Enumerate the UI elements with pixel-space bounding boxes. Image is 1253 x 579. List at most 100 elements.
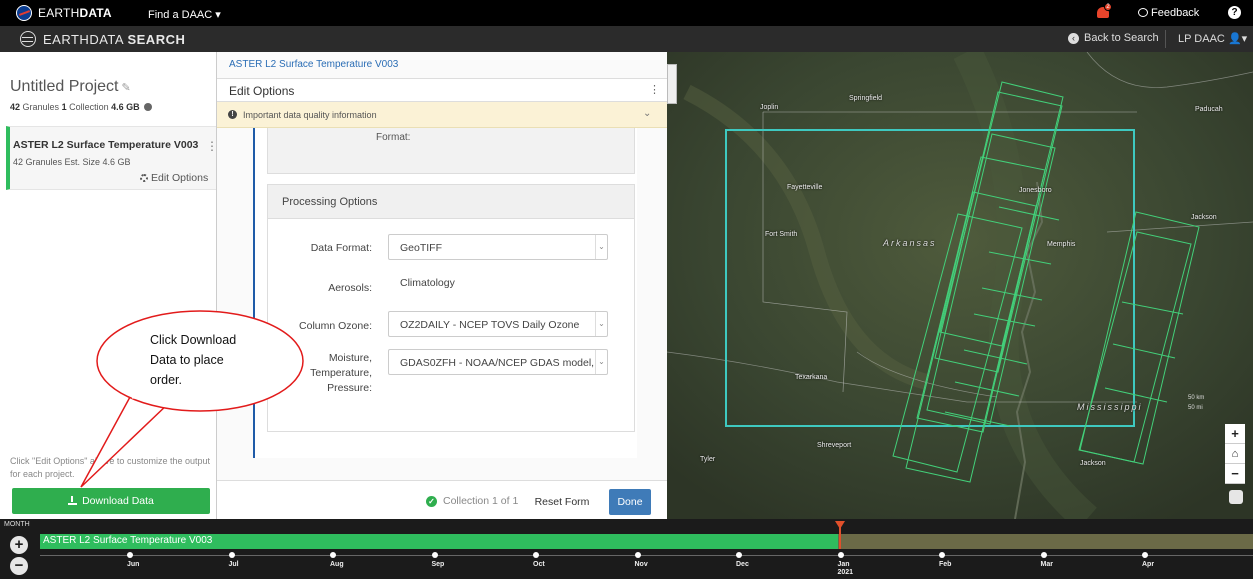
edit-pencil-icon[interactable]: ✎: [122, 82, 131, 94]
collection-name[interactable]: ASTER L2 Surface Temperature V003: [13, 139, 198, 151]
earthdata-brand[interactable]: EARTHDATA: [38, 6, 112, 20]
layers-icon[interactable]: [1229, 490, 1243, 504]
panel-more-icon[interactable]: ⋮: [649, 83, 660, 96]
notifications-bell-icon[interactable]: 2: [1096, 3, 1112, 20]
format-section: Format:: [267, 128, 635, 174]
edit-options-panel: ASTER L2 Surface Temperature V003 Edit O…: [217, 52, 667, 519]
processing-options-header: Processing Options: [268, 185, 634, 219]
chevron-down-icon: ▾: [215, 9, 221, 21]
check-circle-icon: ✓: [426, 496, 437, 507]
city-label-shreveport: Shreveport: [817, 442, 852, 449]
project-sidebar: Untitled Project ✎ 42 Granules 1 Collecti…: [0, 52, 218, 519]
select-caret-icon: ⌄: [595, 235, 607, 259]
state-label-arkansas: Arkansas: [883, 238, 937, 248]
project-collection-item[interactable]: ASTER L2 Surface Temperature V003 ⋮ 42 G…: [6, 126, 218, 190]
gear-icon: [140, 174, 148, 182]
moisture-temperature-pressure-select[interactable]: GDAS0ZFH - NOAA/NCEP GDAS model, 6h ⌄: [388, 349, 608, 375]
project-summary: 42 Granules 1 Collection 4.6 GB: [10, 102, 153, 112]
data-format-label: Data Format:: [310, 242, 372, 254]
find-a-daac-menu[interactable]: Find a DAAC ▾: [148, 8, 221, 21]
timeline-month-tick[interactable]: [330, 552, 336, 558]
data-format-select[interactable]: GeoTIFF ⌄: [388, 234, 608, 260]
timeline-month-tick[interactable]: [1040, 552, 1047, 558]
timeline-month-label: Mar: [1040, 561, 1053, 568]
map-canvas[interactable]: [667, 52, 1253, 519]
find-a-daac-label: Find a DAAC: [148, 9, 213, 21]
panel-breadcrumb[interactable]: ASTER L2 Surface Temperature V003: [229, 59, 398, 70]
feedback-label: Feedback: [1151, 7, 1200, 19]
user-icon: 👤▾: [1227, 33, 1248, 45]
city-label-fort-smith: Fort Smith: [765, 231, 798, 238]
processing-options-title: Processing Options: [282, 196, 378, 208]
timeline-month-tick[interactable]: [533, 552, 539, 558]
data-quality-banner[interactable]: ! Important data quality information ⌄: [217, 102, 667, 128]
timeline-month-label: Apr: [1142, 561, 1155, 568]
user-menu[interactable]: LP DAAC 👤▾: [1178, 32, 1247, 45]
moisture-label: Moisture, Temperature, Pressure:: [270, 351, 372, 396]
timeline-axis: [40, 555, 1253, 556]
reset-form-button[interactable]: Reset Form: [531, 489, 593, 515]
column-ozone-select[interactable]: OZ2DAILY - NCEP TOVS Daily Ozone ⌄: [388, 311, 608, 337]
info-icon[interactable]: [144, 103, 153, 111]
timeline-month-label: Jun: [127, 561, 140, 568]
city-label-springfield: Springfield: [849, 95, 883, 102]
project-size: 4.6 GB: [111, 102, 140, 112]
city-label-jackson-tn: Jackson: [1191, 214, 1217, 221]
download-data-button[interactable]: Download Data: [12, 488, 210, 514]
column-ozone-label: Column Ozone:: [299, 320, 372, 332]
collection-count: 1: [61, 102, 67, 112]
chevron-down-icon[interactable]: ⌄: [643, 108, 651, 119]
timeline-month-tick[interactable]: [634, 552, 641, 558]
panel-header: Edit Options ⋮: [217, 78, 667, 102]
timeline-month-tick[interactable]: [431, 552, 438, 558]
format-label: Format:: [376, 132, 411, 143]
timeline-month-tick[interactable]: [228, 552, 235, 558]
timeline-month-tick[interactable]: [1142, 552, 1148, 558]
timeline-month-tick[interactable]: [127, 552, 133, 558]
download-icon: [68, 496, 78, 505]
download-data-label: Download Data: [82, 495, 154, 507]
city-label-tyler: Tyler: [700, 456, 716, 463]
state-label-mississippi: Mississippi: [1077, 402, 1143, 412]
timeline-zoom-out-button[interactable]: −: [10, 557, 28, 575]
done-button[interactable]: Done: [609, 489, 651, 515]
callout-line-3: order.: [150, 373, 182, 387]
app-title[interactable]: EARTHDATA SEARCH: [43, 32, 185, 47]
timeline-month-tick[interactable]: [939, 552, 945, 558]
granule-count: 42: [10, 102, 21, 112]
project-title[interactable]: Untitled Project ✎: [10, 78, 131, 96]
timeline-focus-line: [839, 527, 841, 549]
timeline-month-label: Jul: [228, 561, 239, 568]
timeline-collection-label: ASTER L2 Surface Temperature V003: [43, 535, 213, 546]
app-title-light: EARTHDATA: [43, 32, 128, 47]
zoom-out-button[interactable]: −: [1225, 464, 1245, 484]
callout-line-2: Data to place: [150, 353, 224, 367]
back-to-search-button[interactable]: ‹ Back to Search: [1068, 32, 1159, 44]
moisture-label-line: Moisture,: [328, 352, 372, 364]
granule-word: Granules: [22, 102, 60, 112]
zoom-in-button[interactable]: +: [1225, 424, 1245, 444]
map-view[interactable]: Joplin Springfield Paducah Fayetteville …: [667, 52, 1253, 519]
header-divider: [1165, 30, 1166, 48]
panel-resize-handle[interactable]: [667, 64, 677, 104]
edit-options-link[interactable]: Edit Options: [140, 172, 208, 184]
feedback-link[interactable]: Feedback: [1138, 7, 1199, 19]
home-icon[interactable]: ⌂: [1225, 444, 1245, 464]
select-caret-icon: ⌄: [595, 350, 607, 374]
collection-progress: Collection 1 of 1: [443, 495, 519, 507]
city-label-jonesboro: Jonesboro: [1019, 187, 1052, 194]
nasa-logo-icon[interactable]: [16, 5, 32, 21]
collection-word: Collection: [69, 102, 109, 112]
customize-hint: Click "Edit Options" above to customize …: [10, 456, 210, 479]
temperature-label-line: Temperature,: [310, 367, 372, 379]
earthdata-search-logo-icon[interactable]: [20, 31, 36, 47]
timeline-month-tick[interactable]: [736, 552, 742, 558]
timeline-month-tick[interactable]: [837, 552, 844, 558]
data-format-value: GeoTIFF: [400, 242, 443, 254]
help-icon[interactable]: ?: [1228, 6, 1241, 19]
timeline-month-label: Dec: [736, 561, 749, 568]
timeline[interactable]: MONTH + − ASTER L2 Surface Temperature V…: [0, 519, 1253, 579]
timeline-zoom-in-button[interactable]: +: [10, 536, 28, 554]
timeline-month-label: Feb: [939, 561, 952, 568]
city-label-jackson-ms: Jackson: [1080, 460, 1106, 467]
